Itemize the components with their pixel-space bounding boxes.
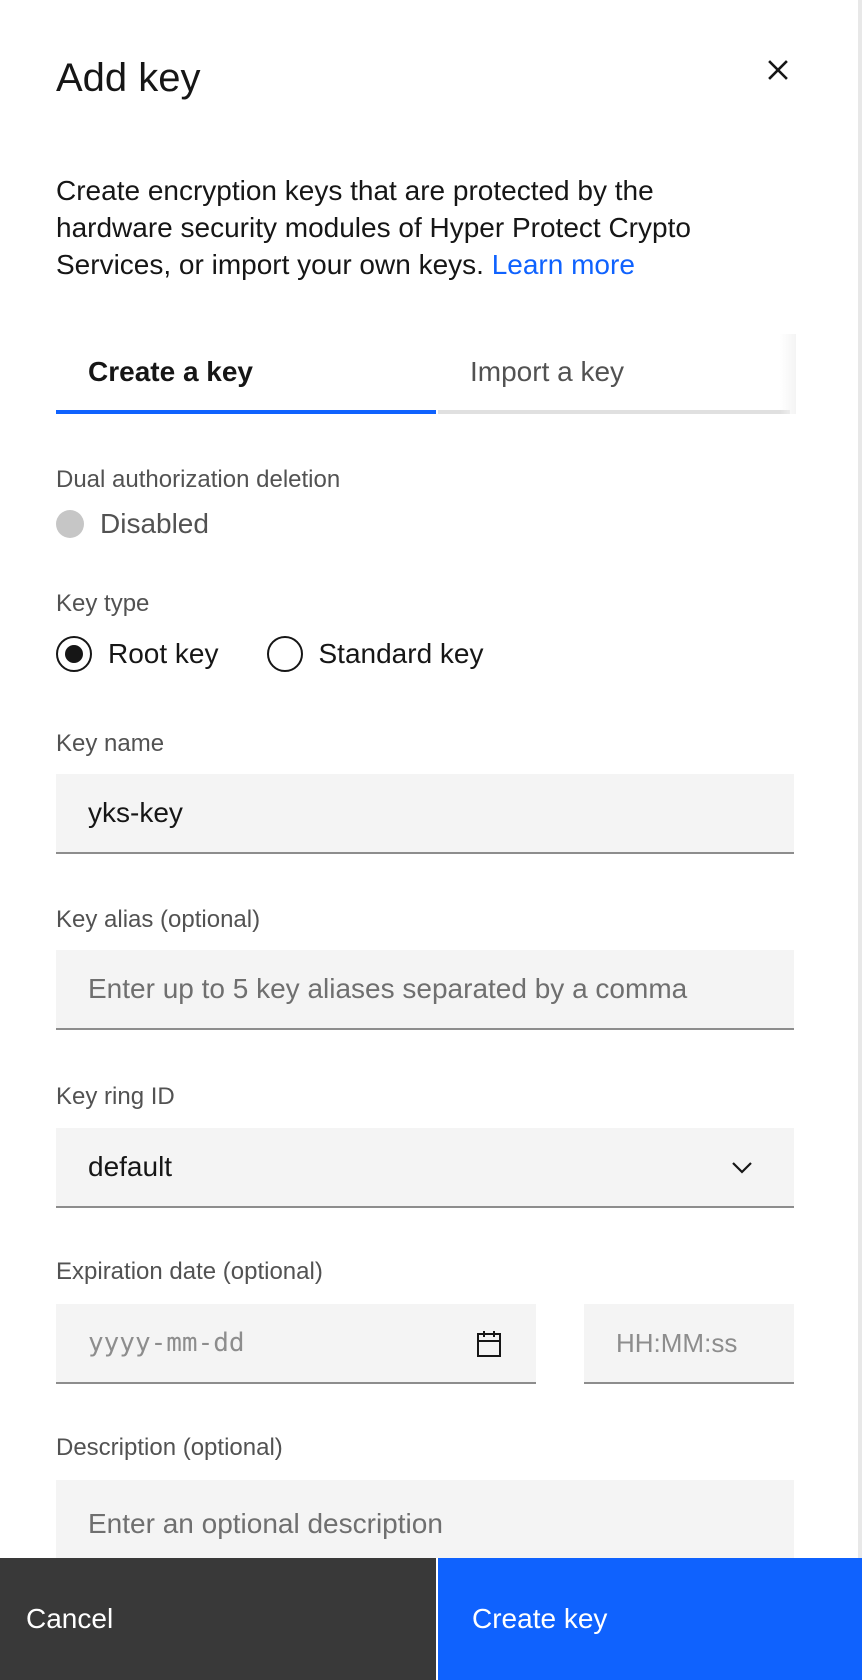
key-ring-label: Key ring ID [56, 1083, 175, 1110]
close-button[interactable] [760, 52, 796, 88]
dual-auth-state: Disabled [100, 508, 209, 539]
description-label: Description (optional) [56, 1434, 283, 1461]
tabs-overflow-fade [780, 334, 796, 414]
key-alias-input[interactable]: Enter up to 5 key aliases separated by a… [56, 950, 794, 1030]
key-alias-label: Key alias (optional) [56, 906, 261, 933]
modal-description: Create encryption keys that are protecte… [56, 172, 756, 283]
disabled-status-indicator [56, 510, 84, 538]
cancel-button[interactable]: Cancel [0, 1558, 438, 1680]
expiration-date-input[interactable]: yyyy-mm-dd [56, 1304, 536, 1384]
key-name-input[interactable]: yks-key [56, 774, 794, 854]
modal-title: Add key [56, 56, 201, 100]
add-key-panel: Add key Create encryption keys that are … [0, 0, 862, 1680]
key-name-label: Key name [56, 730, 165, 757]
standard-key-radio[interactable]: Standard key [266, 636, 484, 672]
standard-key-label: Standard key [318, 638, 484, 669]
expiration-label: Expiration date (optional) [56, 1258, 323, 1285]
tab-import-key[interactable]: Import a key [438, 334, 790, 414]
key-type-radio-group: Root key Standard key [56, 636, 532, 672]
key-name-value: yks-key [88, 797, 183, 828]
root-key-radio[interactable]: Root key [56, 636, 219, 672]
expiration-time-input[interactable]: HH:MM:ss [584, 1304, 794, 1384]
key-tabs: Create a key Import a key [56, 334, 796, 414]
close-icon [768, 60, 788, 80]
root-key-label: Root key [108, 638, 219, 669]
dual-auth-label: Dual authorization deletion [56, 466, 341, 493]
calendar-icon[interactable] [476, 1330, 502, 1358]
create-key-button[interactable]: Create key [438, 1558, 862, 1680]
time-placeholder: HH:MM:ss [616, 1327, 738, 1358]
learn-more-link[interactable]: Learn more [492, 249, 635, 280]
modal-footer: Cancel Create key [0, 1558, 862, 1680]
description-placeholder: Enter an optional description [88, 1508, 443, 1539]
tab-create-key[interactable]: Create a key [56, 334, 436, 414]
key-ring-value: default [88, 1151, 173, 1182]
date-placeholder: yyyy-mm-dd [88, 1328, 245, 1358]
radio-checked-icon [56, 636, 92, 672]
key-ring-select[interactable]: default [56, 1128, 794, 1208]
key-alias-placeholder: Enter up to 5 key aliases separated by a… [88, 973, 688, 1004]
key-type-label: Key type [56, 590, 150, 617]
chevron-down-icon [732, 1162, 752, 1174]
panel-scrollbar-track [858, 0, 862, 1558]
radio-unchecked-icon [266, 636, 303, 672]
dual-auth-status: Disabled [56, 508, 209, 540]
